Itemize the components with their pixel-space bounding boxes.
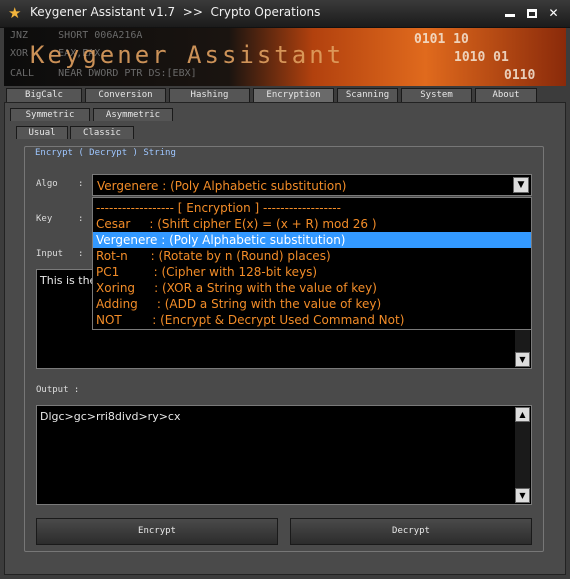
- dropdown-option-selected[interactable]: Vergenere : (Poly Alphabetic substitutio…: [93, 232, 531, 248]
- dropdown-option[interactable]: Adding : (ADD a String with the value of…: [93, 296, 531, 312]
- algo-selected-value: Vergenere : (Poly Alphabetic substitutio…: [97, 179, 347, 193]
- binary-decoration: 0101 10: [414, 32, 469, 47]
- chevron-down-icon[interactable]: ▼: [513, 177, 529, 193]
- minimize-button[interactable]: [501, 6, 518, 21]
- output-label: Output :: [36, 385, 80, 395]
- group-legend: Encrypt ( Decrypt ) String: [32, 148, 179, 158]
- title-bar: ★ Keygener Assistant v1.7 >> Crypto Oper…: [0, 0, 570, 28]
- tab-hashing[interactable]: Hashing: [169, 88, 250, 102]
- encrypt-button[interactable]: Encrypt: [36, 518, 278, 545]
- dropdown-option[interactable]: Rot-n : (Rotate by n (Round) places): [93, 248, 531, 264]
- tab-classic[interactable]: Classic: [70, 126, 134, 139]
- colon: :: [78, 179, 84, 189]
- tab-system[interactable]: System: [401, 88, 472, 102]
- key-label: Key: [36, 214, 53, 224]
- binary-decoration: 1010 01: [454, 50, 509, 65]
- algo-select[interactable]: Vergenere : (Poly Alphabetic substitutio…: [92, 174, 532, 196]
- star-icon: ★: [8, 4, 22, 22]
- algo-dropdown-list[interactable]: ------------------ [ Encryption ] ------…: [92, 197, 532, 330]
- colon: :: [78, 214, 84, 224]
- tab-usual[interactable]: Usual: [16, 126, 68, 139]
- banner-logo: Keygener Assistant: [30, 41, 345, 69]
- input-label: Input: [36, 249, 64, 259]
- asm-line: JNZ SHORT 006A216A: [10, 30, 143, 41]
- dropdown-option[interactable]: PC1 : (Cipher with 128-bit keys): [93, 264, 531, 280]
- output-textarea[interactable]: Dlgc>gc>rri8divd>ry>cx ▲ ▼: [36, 405, 532, 505]
- arrow-down-icon[interactable]: ▼: [515, 488, 530, 503]
- input-text: This is the: [40, 274, 97, 287]
- output-scrollbar[interactable]: ▲ ▼: [515, 407, 530, 503]
- tab-encryption[interactable]: Encryption: [253, 88, 334, 102]
- banner-image: JNZ SHORT 006A216A XOR EAX,EAX CALL NEAR…: [4, 28, 566, 86]
- algo-label: Algo: [36, 179, 58, 189]
- binary-decoration: 0110: [504, 68, 536, 83]
- tab-scanning[interactable]: Scanning: [337, 88, 398, 102]
- arrow-down-icon[interactable]: ▼: [515, 352, 530, 367]
- window-title: Keygener Assistant v1.7 >> Crypto Operat…: [30, 5, 321, 19]
- output-text: Dlgc>gc>rri8divd>ry>cx: [40, 410, 181, 423]
- tab-asymmetric[interactable]: Asymmetric: [93, 108, 173, 121]
- close-button[interactable]: ✕: [545, 6, 562, 21]
- dropdown-option[interactable]: Xoring : (XOR a String with the value of…: [93, 280, 531, 296]
- dropdown-option[interactable]: NOT : (Encrypt & Decrypt Used Command No…: [93, 312, 531, 328]
- dropdown-option[interactable]: ------------------ [ Encryption ] ------…: [93, 200, 531, 216]
- tab-conversion[interactable]: Conversion: [85, 88, 166, 102]
- tab-bigcalc[interactable]: BigCalc: [6, 88, 82, 102]
- dropdown-option[interactable]: Cesar : (Shift cipher E(x) = (x + R) mod…: [93, 216, 531, 232]
- colon: :: [78, 249, 84, 259]
- arrow-up-icon[interactable]: ▲: [515, 407, 530, 422]
- asm-line: CALL NEAR DWORD PTR DS:[EBX]: [10, 68, 197, 79]
- tab-about[interactable]: About: [475, 88, 537, 102]
- maximize-button[interactable]: [523, 6, 540, 21]
- main-tab-bar: BigCalc Conversion Hashing Encryption Sc…: [4, 88, 566, 102]
- tab-symmetric[interactable]: Symmetric: [10, 108, 90, 121]
- decrypt-button[interactable]: Decrypt: [290, 518, 532, 545]
